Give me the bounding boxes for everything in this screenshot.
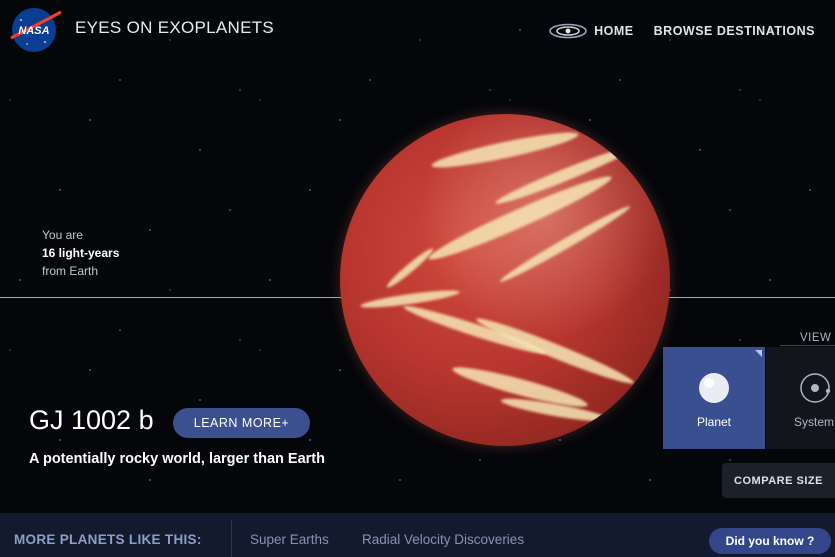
view-planet-button[interactable]: Planet xyxy=(663,347,765,449)
view-system-label: System xyxy=(794,415,835,429)
planet-name: GJ 1002 b xyxy=(29,405,154,435)
view-system-button[interactable]: System xyxy=(766,347,835,449)
distance-readout: You are 16 light-years from Earth xyxy=(42,226,119,280)
distance-line-3: from Earth xyxy=(42,264,99,278)
view-label: VIEW xyxy=(800,332,832,344)
did-you-know-button[interactable]: Did you know ? xyxy=(709,528,831,554)
nasa-logo[interactable]: NASA xyxy=(7,4,63,54)
view-divider xyxy=(780,345,835,346)
galaxy-icon xyxy=(549,23,587,39)
planet-icon xyxy=(699,373,729,403)
browse-destinations-link[interactable]: BROWSE DESTINATIONS xyxy=(654,24,815,38)
planet-visual[interactable] xyxy=(340,114,670,446)
nasa-logo-text: NASA xyxy=(18,25,49,37)
top-nav: HOME BROWSE DESTINATIONS xyxy=(548,22,815,40)
header: NASA EYES ON EXOPLANETS HOME BROWSE DEST… xyxy=(0,0,835,60)
bar-divider xyxy=(231,520,232,557)
planet-tagline: A potentially rocky world, larger than E… xyxy=(29,451,325,467)
category-link-super-earths[interactable]: Super Earths xyxy=(250,532,329,547)
home-link[interactable]: HOME xyxy=(548,22,634,40)
home-link-label: HOME xyxy=(594,24,634,38)
category-link-radial-velocity[interactable]: Radial Velocity Discoveries xyxy=(362,532,524,547)
distance-value: 16 light-years xyxy=(42,246,120,260)
view-planet-label: Planet xyxy=(696,415,732,429)
more-planets-label: MORE PLANETS LIKE THIS: xyxy=(14,532,202,547)
distance-line-1: You are xyxy=(42,228,83,242)
selected-corner-indicator xyxy=(755,350,762,357)
system-orbit-icon xyxy=(800,373,831,403)
learn-more-button[interactable]: LEARN MORE+ xyxy=(173,408,310,438)
app-title: EYES ON EXOPLANETS xyxy=(75,18,275,37)
compare-size-button[interactable]: COMPARE SIZE xyxy=(722,463,835,498)
